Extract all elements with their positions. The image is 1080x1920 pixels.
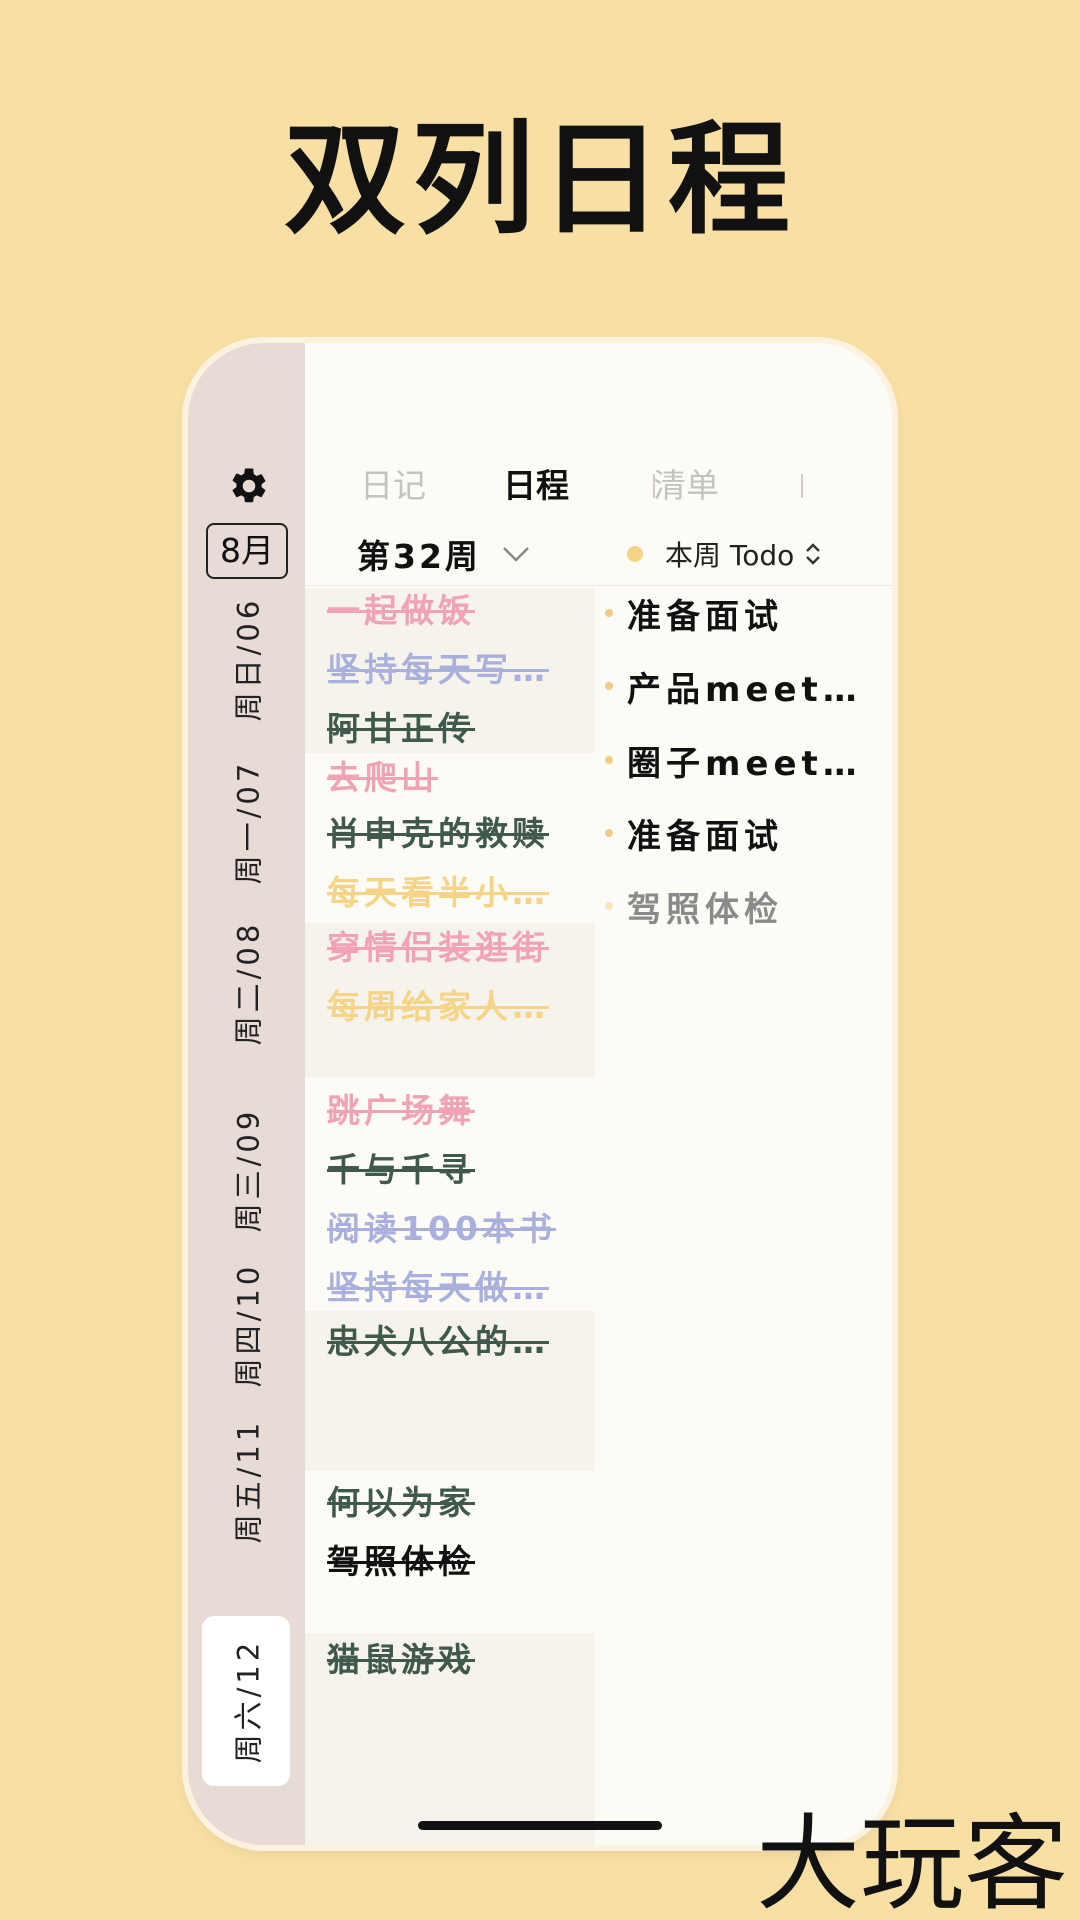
- day-label-7[interactable]: 周六/12: [202, 1616, 290, 1786]
- todo-scope-label: 本周 Todo: [665, 539, 795, 572]
- todo-item[interactable]: 产品meet…: [605, 661, 862, 711]
- todo-bullet: [605, 756, 613, 764]
- day-label-4[interactable]: 周三/09: [202, 1081, 290, 1259]
- month-selector[interactable]: 8月: [206, 523, 288, 579]
- tab-bar: 日记 日程 清单: [305, 461, 892, 511]
- day-label-text: 周四/10: [231, 1262, 265, 1388]
- schedule-event[interactable]: 每周给家人…: [327, 985, 549, 1029]
- schedule-event[interactable]: 坚持每天写…: [327, 648, 549, 692]
- tab-checklist[interactable]: 清单: [653, 461, 719, 511]
- day-label-5[interactable]: 周四/10: [202, 1241, 290, 1409]
- day-label-text: 周六/12: [231, 1638, 265, 1764]
- day-label-3[interactable]: 周二/08: [202, 903, 290, 1063]
- schedule-event[interactable]: 一起做饭: [327, 589, 475, 633]
- todo-bullet: [605, 609, 613, 617]
- tab-diary[interactable]: 日记: [360, 461, 426, 511]
- schedule-event[interactable]: 阅读100本书: [327, 1207, 556, 1251]
- home-indicator: [418, 1821, 662, 1830]
- todo-item[interactable]: 准备面试: [605, 588, 783, 638]
- schedule-event[interactable]: 每天看半小…: [327, 871, 549, 915]
- schedule-event[interactable]: 穿情侣装逛街: [327, 926, 549, 970]
- day-label-text: 周一/07: [231, 759, 265, 885]
- week-selector[interactable]: 第32周: [357, 523, 531, 585]
- todo-text: 圈子meet…: [627, 743, 862, 784]
- schedule-event[interactable]: 猫鼠游戏: [327, 1638, 475, 1682]
- schedule-event[interactable]: 驾照体检: [327, 1540, 475, 1584]
- svg-text:大玩客: 大玩客: [756, 1803, 1068, 1920]
- phone-frame: 8月 周日/06 周一/07 周二/08 周三/09 周四/10 周五/11 周六/12 日…: [188, 343, 892, 1845]
- day-label-2[interactable]: 周一/07: [202, 736, 290, 908]
- schedule-toolbar: 第32周 本周 Todo: [305, 523, 892, 586]
- todo-scope-selector[interactable]: 本周 Todo: [627, 523, 822, 585]
- todo-text: 准备面试: [627, 596, 783, 637]
- todo-item[interactable]: 圈子meet…: [605, 735, 862, 785]
- day-label-text: 周日/06: [231, 596, 265, 722]
- schedule-event[interactable]: 阿甘正传: [327, 707, 475, 751]
- schedule-event[interactable]: 千与千寻: [327, 1148, 475, 1192]
- chevron-down-icon: [503, 547, 529, 562]
- todo-bullet: [605, 902, 613, 910]
- date-sidebar: 8月 周日/06 周一/07 周二/08 周三/09 周四/10 周五/11 周六/12: [188, 343, 305, 1845]
- week-label: 第32周: [357, 537, 481, 576]
- schedule-event[interactable]: 何以为家: [327, 1481, 475, 1525]
- todo-text: 准备面试: [627, 816, 783, 857]
- day-label-text: 周二/08: [231, 920, 265, 1046]
- day-label-6[interactable]: 周五/11: [202, 1403, 290, 1559]
- main-content: 日记 日程 清单 第32周 本周 Todo 一起做饭 坚持每天写… 阿甘正传 去…: [305, 343, 892, 1845]
- todo-item[interactable]: 准备面试: [605, 808, 783, 858]
- day-label-text: 周五/11: [231, 1418, 265, 1544]
- watermark-logo: 大玩客: [756, 1803, 1068, 1920]
- gear-icon[interactable]: [228, 465, 270, 507]
- tab-schedule[interactable]: 日程: [503, 461, 569, 511]
- updown-chevron-icon: [806, 543, 821, 565]
- todo-bullet: [605, 682, 613, 690]
- schedule-event[interactable]: 去爬山: [327, 756, 438, 800]
- page-headline: 双列日程: [284, 109, 796, 251]
- tab-divider: [801, 474, 803, 498]
- schedule-event[interactable]: 忠犬八公的…: [327, 1320, 549, 1364]
- todo-text: 驾照体检: [627, 889, 783, 930]
- day-label-text: 周三/09: [231, 1107, 265, 1233]
- schedule-event[interactable]: 跳广场舞: [327, 1089, 475, 1133]
- todo-item[interactable]: 驾照体检: [605, 881, 783, 931]
- day-label-1[interactable]: 周日/06: [202, 595, 290, 723]
- todo-text: 产品meet…: [627, 669, 862, 710]
- schedule-event[interactable]: 肖申克的救赎: [327, 812, 549, 856]
- todo-color-dot: [627, 546, 643, 562]
- schedule-event[interactable]: 坚持每天做…: [327, 1266, 549, 1310]
- todo-bullet: [605, 829, 613, 837]
